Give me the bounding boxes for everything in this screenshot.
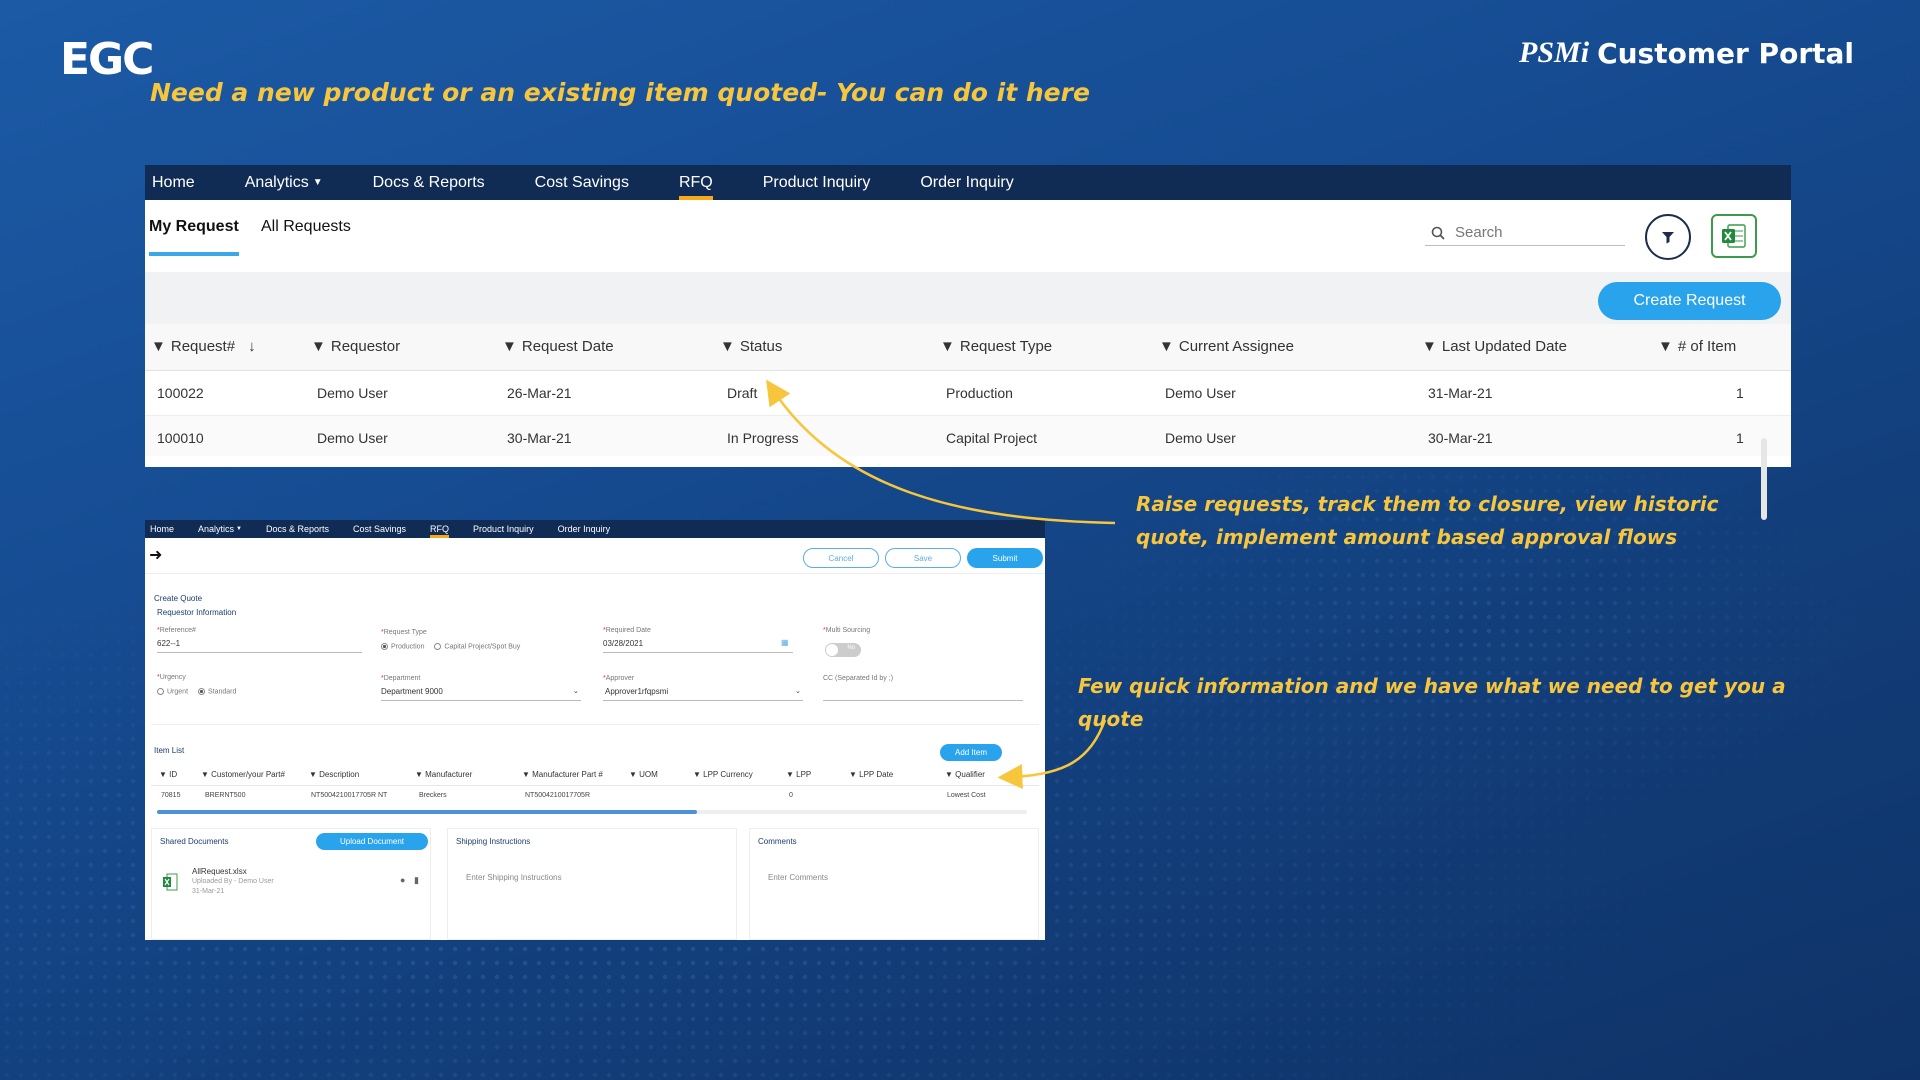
arrow-to-qualifier	[997, 719, 1107, 790]
callout-arrows	[766, 379, 1116, 790]
arrow-to-status	[766, 379, 1116, 525]
